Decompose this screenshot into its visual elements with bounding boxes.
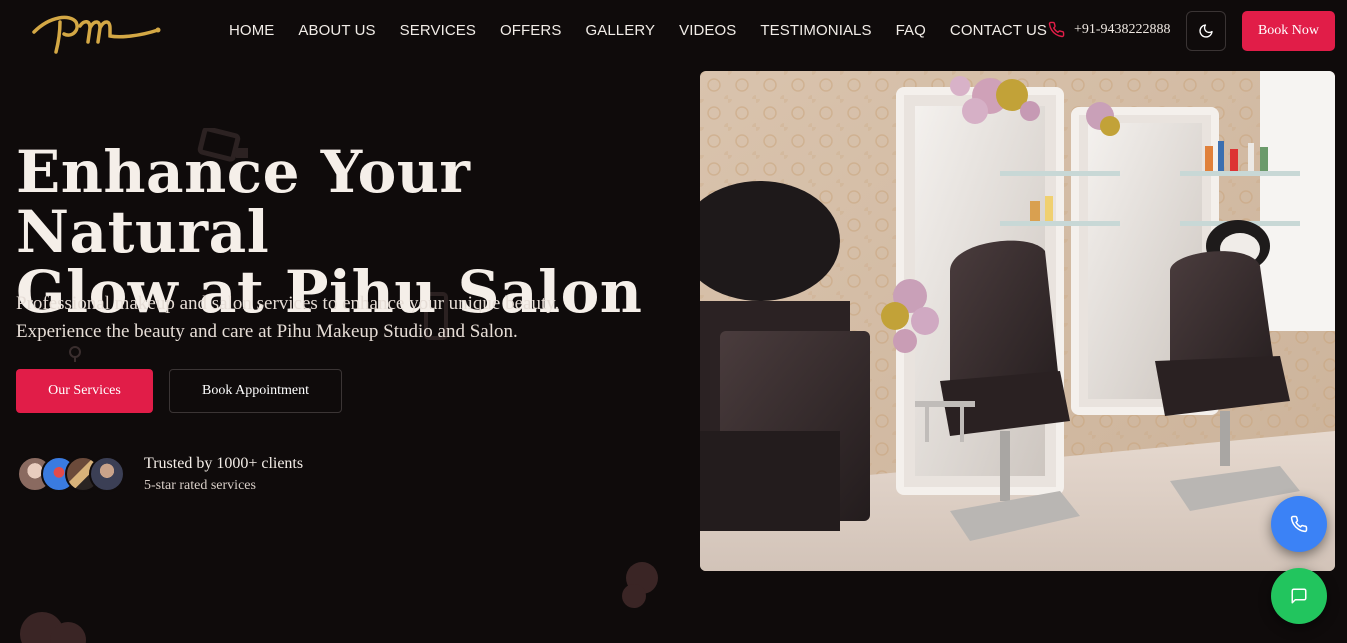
- phone-icon: [1290, 515, 1308, 533]
- nav-item-contact-us[interactable]: CONTACT US: [950, 22, 1047, 39]
- client-avatars: [17, 456, 129, 494]
- nav-item-gallery[interactable]: GALLERY: [585, 22, 655, 39]
- nav-item-home[interactable]: HOME: [229, 22, 274, 39]
- phone-link[interactable]: +91-9438222888: [1048, 21, 1171, 38]
- brand-logo[interactable]: [30, 8, 162, 54]
- our-services-button[interactable]: Our Services: [16, 369, 153, 413]
- chat-icon: [1291, 588, 1307, 604]
- phone-number: +91-9438222888: [1074, 21, 1171, 37]
- phone-icon: [1048, 21, 1065, 38]
- moon-icon: [1199, 24, 1213, 38]
- book-now-button[interactable]: Book Now: [1242, 11, 1335, 51]
- nav-item-about-us[interactable]: ABOUT US: [298, 22, 375, 39]
- site-header: HOME ABOUT US SERVICES OFFERS GALLERY VI…: [0, 0, 1347, 62]
- trust-subtext: 5-star rated services: [144, 478, 256, 493]
- hero-subtitle: Professional makeup and salon services t…: [16, 290, 616, 346]
- book-appointment-button[interactable]: Book Appointment: [169, 369, 342, 413]
- salon-illustration: [700, 71, 1335, 571]
- chat-fab-button[interactable]: [1271, 568, 1327, 624]
- hero-title-line-1: Enhance Your Natural: [16, 138, 471, 266]
- decorative-blob-shape: [622, 562, 658, 608]
- decorative-pin-shape: [69, 346, 81, 362]
- main-nav: HOME ABOUT US SERVICES OFFERS GALLERY VI…: [229, 22, 1071, 39]
- nav-item-videos[interactable]: VIDEOS: [679, 22, 736, 39]
- nav-item-faq[interactable]: FAQ: [896, 22, 926, 39]
- trust-headline: Trusted by 1000+ clients: [144, 455, 304, 472]
- nav-item-services[interactable]: SERVICES: [400, 22, 476, 39]
- nav-item-testimonials[interactable]: TESTIMONIALS: [760, 22, 871, 39]
- decorative-heart-shape: [20, 612, 86, 643]
- nav-item-offers[interactable]: OFFERS: [500, 22, 561, 39]
- hero-subtitle-line-2: Experience the beauty and care at Pihu M…: [16, 321, 518, 342]
- theme-toggle-button[interactable]: [1186, 11, 1226, 51]
- call-fab-button[interactable]: [1271, 496, 1327, 552]
- salon-interior-photo: [700, 71, 1335, 571]
- hero-subtitle-line-1: Professional makeup and salon services t…: [16, 293, 560, 314]
- avatar: [89, 456, 125, 492]
